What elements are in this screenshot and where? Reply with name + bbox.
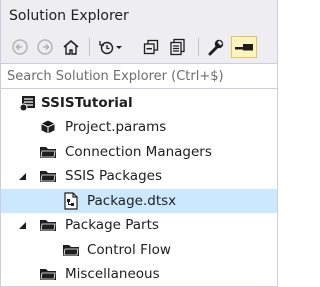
back-icon[interactable] — [11, 36, 29, 58]
tree-item-miscellaneous[interactable]: Miscellaneous — [1, 262, 277, 286]
toolbar-separator — [198, 38, 199, 56]
tree-item-connection-managers[interactable]: Connection Managers — [1, 140, 277, 164]
panel-title: Solution Explorer — [9, 7, 129, 24]
forward-icon[interactable] — [36, 36, 54, 58]
tree-item-label: Connection Managers — [65, 144, 212, 160]
toolbar-separator — [89, 38, 90, 56]
tree-item-label: SSISTutorial — [41, 95, 133, 111]
search-placeholder[interactable]: Search Solution Explorer (Ctrl+$) — [7, 69, 224, 84]
preview-selected-items-icon[interactable] — [231, 36, 257, 58]
tree-item-package-parts[interactable]: Package Parts — [1, 213, 277, 237]
toolbar — [1, 31, 277, 64]
show-all-files-icon[interactable] — [167, 36, 189, 58]
project-icon — [19, 94, 37, 112]
tree-item-label: Package Parts — [65, 217, 159, 233]
tree-item-label: Miscellaneous — [65, 266, 160, 282]
folder-icon — [39, 143, 57, 161]
folder-icon — [39, 216, 57, 234]
expanded-arrow-icon[interactable] — [17, 171, 27, 181]
tree-item-control-flow[interactable]: Control Flow — [1, 238, 277, 262]
properties-icon[interactable] — [205, 36, 227, 58]
collapse-all-icon[interactable] — [141, 36, 161, 58]
tree-item-label: Package.dtsx — [87, 193, 177, 209]
params-icon — [39, 118, 57, 136]
tree-item-project[interactable]: SSISTutorial — [1, 91, 277, 115]
tree-item-ssis-packages[interactable]: SSIS Packages — [1, 164, 277, 188]
title-bar: Solution Explorer — [1, 0, 277, 31]
tree-item-package-dtsx[interactable]: Package.dtsx — [1, 189, 277, 213]
home-icon[interactable] — [61, 36, 81, 58]
tree-item-label: SSIS Packages — [65, 168, 162, 184]
folder-icon — [39, 167, 57, 185]
folder-icon — [62, 241, 80, 259]
expanded-arrow-icon[interactable] — [17, 220, 27, 230]
solution-explorer-panel: Solution Explorer Search Solution Explor… — [0, 0, 278, 287]
tree-item-project-params[interactable]: Project.params — [1, 115, 277, 139]
package-file-icon — [62, 192, 80, 210]
search-box[interactable]: Search Solution Explorer (Ctrl+$) — [1, 64, 277, 89]
pending-changes-filter-icon[interactable] — [97, 36, 125, 58]
tree-item-label: Project.params — [65, 119, 167, 135]
folder-icon — [39, 265, 57, 283]
tree-item-label: Control Flow — [87, 242, 171, 258]
